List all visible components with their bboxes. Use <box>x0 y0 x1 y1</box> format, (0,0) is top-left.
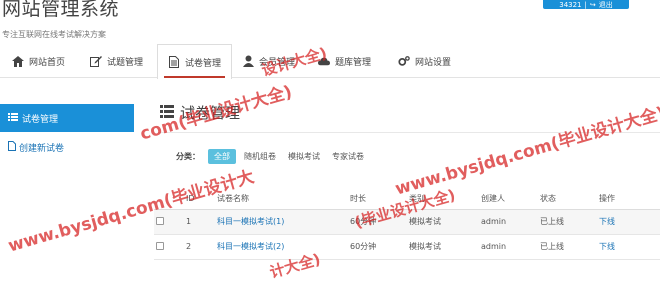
site-subtitle: 专注互联网在线考试解决方案 <box>2 30 106 39</box>
row-creator: admin <box>479 234 538 260</box>
col-header-duration: 时长 <box>348 188 407 210</box>
nav-item-members[interactable]: 会员管理 <box>242 44 295 78</box>
row-duration: 60分钟 <box>348 234 407 260</box>
row-status: 已上线 <box>538 234 597 260</box>
row-duration: 60分钟 <box>348 209 407 235</box>
sidebar-item-label: 试卷管理 <box>22 114 59 125</box>
user-id[interactable]: 34321 <box>559 1 581 9</box>
row-checkbox[interactable] <box>156 216 164 225</box>
sidebar: 试卷管理 创建新试卷 <box>0 104 134 158</box>
nav-item-label: 会员管理 <box>259 57 296 68</box>
sidebar-item-papers[interactable]: 试卷管理 <box>0 104 134 132</box>
page-title: 试卷管理 <box>160 102 240 123</box>
page-title-text: 试卷管理 <box>180 104 241 122</box>
user-box-divider: | <box>584 0 587 9</box>
user-icon <box>242 55 254 67</box>
filter-option-random[interactable]: 随机组卷 <box>240 149 280 164</box>
create-paper-link[interactable]: 创建新试卷 <box>0 136 134 158</box>
papers-table: ID 试卷名称 时长 类别 创建人 状态 操作 1 科目一模拟考试(1) 60分… <box>154 188 660 260</box>
nav-item-label: 题库管理 <box>335 57 372 68</box>
edit-icon <box>90 55 102 67</box>
nav-item-settings[interactable]: 网站设置 <box>398 44 451 78</box>
nav-item-label: 网站设置 <box>415 57 452 68</box>
table-header-row: ID 试卷名称 时长 类别 创建人 状态 操作 <box>154 188 660 210</box>
nav-item-label: 网站首页 <box>29 57 66 68</box>
row-category: 模拟考试 <box>407 209 479 235</box>
col-header-action: 操作 <box>597 188 660 210</box>
create-paper-label: 创建新试卷 <box>19 143 65 154</box>
paper-name-link[interactable]: 科目一模拟考试(2) <box>217 242 284 251</box>
nav-item-papers[interactable]: 试卷管理 <box>157 44 233 79</box>
col-header-category: 类别 <box>407 188 479 210</box>
paper-name-link[interactable]: 科目一模拟考试(1) <box>217 217 284 226</box>
home-icon <box>12 55 24 67</box>
row-id: 1 <box>184 209 215 235</box>
col-header-id: ID <box>184 188 215 210</box>
row-select-cell <box>154 209 184 235</box>
row-status: 已上线 <box>538 209 597 235</box>
list-icon <box>160 104 174 122</box>
nav-item-home[interactable]: 网站首页 <box>12 44 65 78</box>
col-header-select <box>154 188 184 210</box>
offline-link[interactable]: 下线 <box>599 217 615 226</box>
nav-item-label: 试题管理 <box>107 57 144 68</box>
filter-option-mock[interactable]: 模拟考试 <box>284 149 324 164</box>
row-category: 模拟考试 <box>407 234 479 260</box>
logout-icon[interactable]: ↪ <box>590 1 596 9</box>
title-divider <box>158 132 660 133</box>
top-nav: 网站首页 试题管理 试卷管理 会员管理 题库管理 网站设置 <box>0 44 660 79</box>
col-header-status: 状态 <box>538 188 597 210</box>
row-id: 2 <box>184 234 215 260</box>
nav-item-question-bank[interactable]: 题库管理 <box>318 44 371 78</box>
filter-label: 分类： <box>176 152 200 161</box>
row-select-cell <box>154 234 184 260</box>
filter-option-expert[interactable]: 专家试卷 <box>328 149 368 164</box>
site-title: 网站管理系统 <box>2 0 120 20</box>
row-action-cell: 下线 <box>597 234 660 260</box>
row-creator: admin <box>479 209 538 235</box>
col-header-creator: 创建人 <box>479 188 538 210</box>
user-box[interactable]: 34321 | ↪ 退出 <box>543 0 629 9</box>
row-name-cell: 科目一模拟考试(1) <box>215 209 348 235</box>
logout-button[interactable]: 退出 <box>599 1 613 9</box>
cloud-icon <box>318 55 330 67</box>
filter-option-all[interactable]: 全部 <box>208 149 236 164</box>
list-icon <box>8 112 18 124</box>
nav-item-label: 试卷管理 <box>185 58 222 69</box>
row-action-cell: 下线 <box>597 209 660 235</box>
row-name-cell: 科目一模拟考试(2) <box>215 234 348 260</box>
document-icon <box>168 56 180 68</box>
watermark-text: www.bysjdq.com(毕业设计大全) <box>392 103 660 200</box>
nav-item-questions[interactable]: 试题管理 <box>90 44 143 78</box>
category-filter: 分类： 全部 随机组卷 模拟考试 专家试卷 <box>176 149 368 164</box>
table-row: 1 科目一模拟考试(1) 60分钟 模拟考试 admin 已上线 下线 <box>154 209 660 235</box>
col-header-name: 试卷名称 <box>215 188 348 210</box>
file-icon <box>8 140 16 154</box>
offline-link[interactable]: 下线 <box>599 242 615 251</box>
table-row: 2 科目一模拟考试(2) 60分钟 模拟考试 admin 已上线 下线 <box>154 234 660 260</box>
row-checkbox[interactable] <box>156 241 164 250</box>
gears-icon <box>398 55 410 67</box>
